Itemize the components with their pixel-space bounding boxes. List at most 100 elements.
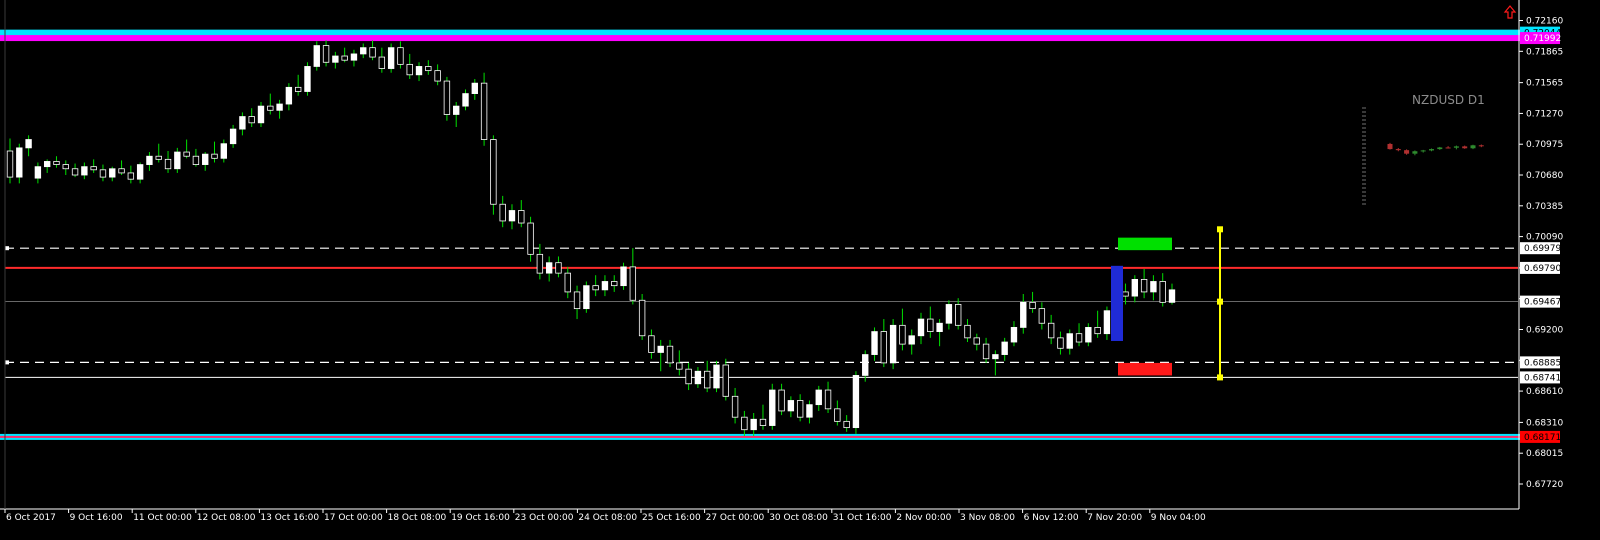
time-tick-label: 13 Oct 16:00 <box>260 513 319 523</box>
chart-canvas[interactable]: NZDUSD D1 0.721600.718650.715650.712700.… <box>0 0 1600 540</box>
level-line <box>0 29 1520 36</box>
stop-zone-box <box>1118 362 1172 376</box>
price-tick-label: 0.68015 <box>1526 449 1563 459</box>
candle-body <box>322 45 330 63</box>
candle-body <box>378 56 386 69</box>
candle-body <box>239 116 246 130</box>
price-tick-label: 0.68610 <box>1526 387 1563 397</box>
candle-body <box>704 370 711 389</box>
candle-body <box>796 400 804 418</box>
candle-body <box>341 55 348 61</box>
level-handle <box>5 360 9 365</box>
level-price-label: 0.68171 <box>1524 433 1561 443</box>
candle-body <box>927 318 934 332</box>
candle-body <box>1010 327 1018 343</box>
candle-body <box>592 285 599 291</box>
candle-body <box>1001 341 1008 355</box>
candle-body <box>425 66 432 72</box>
inset-candle-body <box>1445 147 1451 149</box>
range-bar-handle <box>1217 226 1223 233</box>
level-price-label: 0.68885 <box>1524 358 1561 368</box>
candle-body <box>657 345 664 353</box>
candle-body <box>257 105 265 124</box>
candle-body <box>62 164 69 170</box>
candle-body <box>480 82 488 140</box>
time-tick-label: 19 Oct 16:00 <box>451 513 510 523</box>
candle-body <box>220 143 227 159</box>
price-tick-label: 0.69200 <box>1526 326 1563 336</box>
candle-body <box>443 80 451 115</box>
price-chart-window[interactable]: NZDUSD D1 0.72160 0.71865 0.71565 0.71270 0.… <box>0 0 1600 540</box>
inset-candle-body <box>1412 151 1418 154</box>
time-tick-label: 7 Nov 20:00 <box>1087 513 1142 523</box>
price-axis[interactable]: 0.72160 0.71865 0.71565 0.71270 0.70975 0.706… <box>1519 17 1563 490</box>
candle-body <box>508 210 516 222</box>
candle-body <box>471 82 478 94</box>
candle-body <box>304 66 311 92</box>
candle-body <box>722 364 729 397</box>
candle-body <box>638 299 646 337</box>
candle-body <box>109 168 116 178</box>
level-line <box>0 35 1520 42</box>
candle-body <box>415 66 423 76</box>
candle-body <box>713 364 720 389</box>
inset-candle-body <box>1387 143 1393 150</box>
time-tick-label: 6 Nov 12:00 <box>1024 513 1079 523</box>
inset-candle-body <box>1462 146 1468 149</box>
candle-body <box>453 105 460 115</box>
candle-body <box>90 166 97 171</box>
candle-body <box>34 166 42 179</box>
candle-body <box>285 86 293 105</box>
candle-body <box>899 324 906 345</box>
price-tick-label: 0.71270 <box>1526 109 1563 119</box>
time-tick-label: 12 Oct 08:00 <box>197 513 256 523</box>
candle-body <box>824 389 832 410</box>
price-tick-label: 0.72160 <box>1526 17 1563 27</box>
time-tick-label: 31 Oct 16:00 <box>833 513 892 523</box>
candle-body <box>676 362 683 370</box>
candle-body <box>945 304 953 324</box>
candle-body <box>741 416 748 431</box>
candle-body <box>1029 301 1036 310</box>
candle-body <box>1057 337 1064 349</box>
range-box <box>1111 265 1123 341</box>
candle-body <box>917 318 925 337</box>
inset-candle-body <box>1429 149 1434 151</box>
candle-body <box>99 169 107 178</box>
price-tick-label: 0.70680 <box>1526 171 1563 181</box>
candle-body <box>1094 327 1101 335</box>
level-price-label: 0.69790 <box>1524 264 1561 274</box>
inset-candle-body <box>1453 146 1459 148</box>
candle-body <box>360 47 367 55</box>
candle-body <box>973 337 980 345</box>
candle-body <box>1131 278 1139 297</box>
candle-body <box>406 63 413 76</box>
level-price-label: 0.69467 <box>1524 298 1561 308</box>
time-tick-label: 18 Oct 08:00 <box>388 513 447 523</box>
candle-body <box>1038 308 1046 324</box>
candle-body <box>1150 281 1157 293</box>
candle-body <box>25 139 32 149</box>
price-tick-label: 0.71565 <box>1526 79 1563 89</box>
inset-candle-body <box>1470 145 1476 149</box>
time-tick-label: 23 Oct 00:00 <box>515 513 574 523</box>
candle-body <box>183 151 190 157</box>
candle-body <box>908 335 915 345</box>
candle-body <box>397 47 404 65</box>
time-tick-label: 30 Oct 08:00 <box>769 513 828 523</box>
time-tick-label: 11 Oct 00:00 <box>133 513 192 523</box>
inset-candle-body <box>1404 150 1410 154</box>
level-line <box>0 435 1520 438</box>
candle-body <box>648 335 655 353</box>
chart-background <box>0 0 1600 540</box>
candle-body <box>731 395 739 418</box>
candle-body <box>1103 310 1111 335</box>
time-tick-label: 24 Oct 08:00 <box>578 513 637 523</box>
candle-body <box>518 210 525 224</box>
candle-body <box>155 155 162 160</box>
price-tick-label: 0.70385 <box>1526 202 1563 212</box>
candle-body <box>583 285 590 310</box>
price-tick-label: 0.70090 <box>1526 233 1563 243</box>
candle-body <box>545 262 553 274</box>
candle-body <box>769 389 776 426</box>
